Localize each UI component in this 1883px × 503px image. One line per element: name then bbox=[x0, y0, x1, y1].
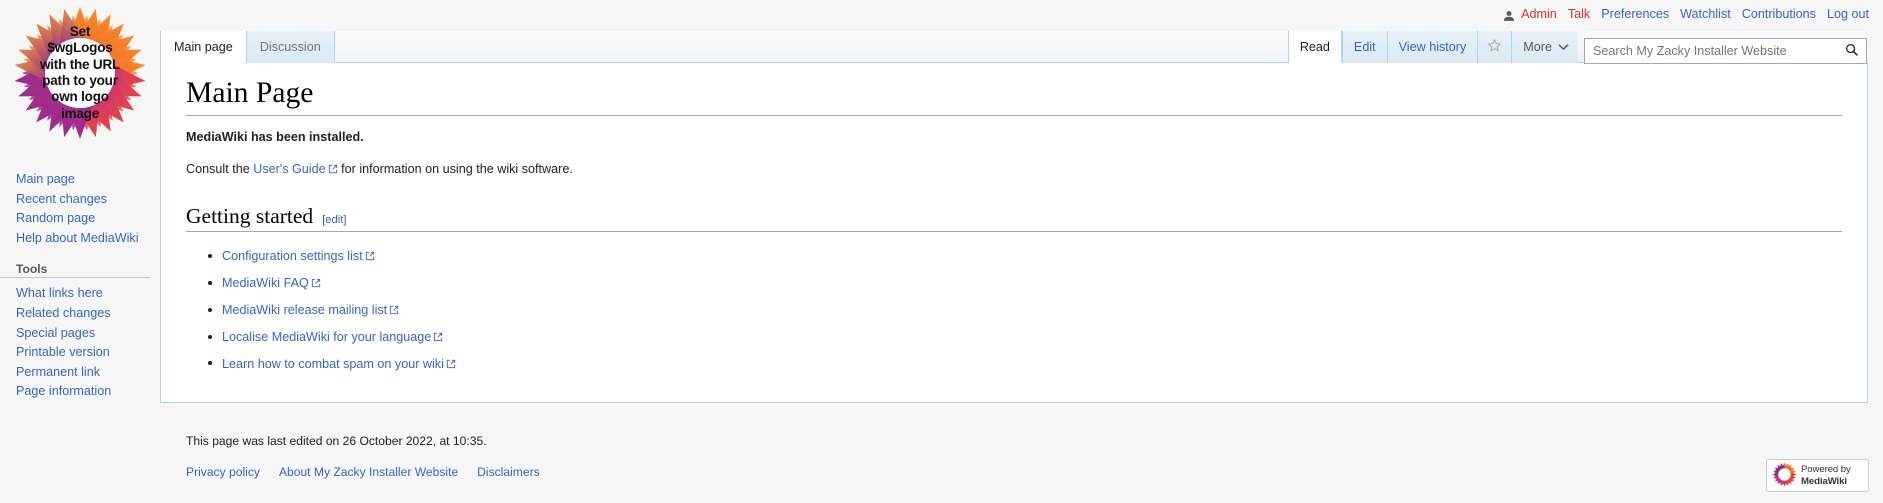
mediawiki-sunflower-icon bbox=[1772, 461, 1797, 490]
sidebar-tools-list: What links here Related changes Special … bbox=[0, 284, 160, 402]
sidebar-item-page-information[interactable]: Page information bbox=[16, 382, 160, 402]
user-link-logout[interactable]: Log out bbox=[1827, 7, 1869, 21]
list-item: MediaWiki release mailing list bbox=[208, 297, 1842, 324]
powered-by-mediawiki-badge[interactable]: Powered by MediaWiki bbox=[1766, 459, 1869, 492]
sidebar-item-printable-version[interactable]: Printable version bbox=[16, 343, 160, 363]
tab-edit[interactable]: Edit bbox=[1341, 31, 1387, 63]
tab-discussion[interactable]: Discussion bbox=[245, 31, 335, 63]
tab-view-history-label: View history bbox=[1398, 40, 1467, 54]
user-link-watchlist[interactable]: Watchlist bbox=[1680, 7, 1731, 21]
edit-section-link[interactable]: [edit] bbox=[322, 214, 346, 226]
external-link-icon bbox=[389, 301, 399, 315]
sidebar-navigation-list: Main page Recent changes Random page Hel… bbox=[0, 170, 160, 248]
powered-by-line2: MediaWiki bbox=[1801, 475, 1847, 487]
consult-suffix: for information on using the wiki softwa… bbox=[337, 161, 573, 176]
logo-line-4: path to your bbox=[42, 73, 118, 88]
sidebar-portal-tools: Tools What links here Related changes Sp… bbox=[0, 262, 160, 402]
external-link-icon bbox=[311, 274, 321, 288]
logo-line-2: $wgLogos bbox=[47, 40, 113, 56]
footer-link-disclaimers[interactable]: Disclaimers bbox=[477, 465, 540, 479]
namespace-tabs: Main page Discussion bbox=[160, 31, 335, 63]
list-item: Localise MediaWiki for your language bbox=[208, 324, 1842, 351]
installed-notice: MediaWiki has been installed. bbox=[186, 130, 364, 145]
sidebar-item-permanent-link[interactable]: Permanent link bbox=[16, 363, 160, 383]
search-form bbox=[1584, 38, 1867, 64]
section-heading-row: Getting started [edit] bbox=[186, 204, 1842, 233]
link-localise-mediawiki[interactable]: Localise MediaWiki for your language bbox=[222, 330, 431, 344]
person-icon bbox=[1502, 9, 1516, 23]
logo-line-5: own logo bbox=[51, 89, 109, 105]
powered-by-text: Powered by MediaWiki bbox=[1801, 464, 1851, 487]
user-link-preferences[interactable]: Preferences bbox=[1601, 7, 1669, 21]
tab-main-page[interactable]: Main page bbox=[160, 31, 247, 63]
page-title: Main Page bbox=[186, 74, 1842, 117]
sidebar-item-related-changes[interactable]: Related changes bbox=[16, 304, 160, 324]
sidebar-item-special-pages[interactable]: Special pages bbox=[16, 324, 160, 344]
tab-discussion-label: Discussion bbox=[259, 40, 321, 54]
tab-edit-label: Edit bbox=[1353, 40, 1376, 54]
user-link-talk[interactable]: Talk bbox=[1568, 7, 1590, 21]
site-logo[interactable]: Set $wgLogos with the URL path to your o… bbox=[12, 5, 148, 141]
sidebar: Main page Recent changes Random page Hel… bbox=[0, 170, 160, 416]
sidebar-item-help-about-mediawiki[interactable]: Help about MediaWiki bbox=[16, 229, 160, 249]
tab-main-page-label: Main page bbox=[174, 40, 233, 54]
sidebar-item-what-links-here[interactable]: What links here bbox=[16, 284, 160, 304]
article-body: Main Page MediaWiki has been installed. … bbox=[186, 74, 1842, 377]
sidebar-item-random-page[interactable]: Random page bbox=[16, 209, 160, 229]
external-link-icon bbox=[446, 355, 456, 368]
search-icon bbox=[1845, 43, 1859, 60]
star-icon bbox=[1487, 38, 1502, 56]
sidebar-item-main-page[interactable]: Main page bbox=[16, 170, 160, 190]
chevron-down-icon bbox=[1558, 40, 1569, 54]
link-configuration-settings-list[interactable]: Configuration settings list bbox=[222, 249, 363, 263]
more-dropdown-button[interactable]: More bbox=[1511, 31, 1578, 63]
consult-paragraph: Consult the User's Guide for information… bbox=[186, 159, 1842, 179]
list-item: Learn how to combat spam on your wiki bbox=[208, 350, 1842, 377]
search-input[interactable] bbox=[1584, 38, 1867, 64]
user-link-contributions[interactable]: Contributions bbox=[1742, 7, 1816, 21]
user-link-admin[interactable]: Admin bbox=[1521, 7, 1557, 21]
tab-read-label: Read bbox=[1299, 40, 1330, 54]
sidebar-tools-heading: Tools bbox=[0, 262, 150, 279]
footer-link-privacy-policy[interactable]: Privacy policy bbox=[186, 465, 260, 479]
footer-places: Privacy policy About My Zacky Installer … bbox=[186, 465, 1846, 479]
tab-view-history[interactable]: View history bbox=[1386, 31, 1478, 63]
list-item: Configuration settings list bbox=[208, 243, 1842, 270]
footer: This page was last edited on 26 October … bbox=[186, 432, 1846, 479]
external-link-icon bbox=[365, 247, 375, 261]
link-mediawiki-release-mailing-list[interactable]: MediaWiki release mailing list bbox=[222, 303, 387, 317]
user-links-bar: Admin Talk Preferences Watchlist Contrib… bbox=[1502, 7, 1869, 21]
powered-by-line1: Powered by bbox=[1801, 464, 1851, 476]
sidebar-portal-navigation: Main page Recent changes Random page Hel… bbox=[0, 170, 160, 248]
tab-read[interactable]: Read bbox=[1287, 31, 1342, 63]
external-link-icon bbox=[433, 328, 443, 341]
logo-line-6: image bbox=[60, 105, 100, 121]
edit-bracket-close: ] bbox=[343, 214, 347, 227]
footer-last-edited: This page was last edited on 26 October … bbox=[186, 434, 487, 448]
users-guide-link[interactable]: User's Guide bbox=[253, 162, 325, 176]
link-mediawiki-faq[interactable]: MediaWiki FAQ bbox=[222, 276, 309, 290]
logo-line-1: Set bbox=[69, 23, 91, 39]
logo-line-3: with the URL bbox=[39, 56, 121, 72]
more-dropdown-label: More bbox=[1523, 40, 1552, 54]
sidebar-item-recent-changes[interactable]: Recent changes bbox=[16, 190, 160, 210]
view-tabs: Read Edit View history More bbox=[1287, 31, 1578, 63]
watch-star-button[interactable] bbox=[1477, 31, 1512, 63]
list-item: MediaWiki FAQ bbox=[208, 270, 1842, 297]
section-heading-getting-started: Getting started bbox=[186, 204, 314, 229]
edit-label: edit bbox=[325, 214, 344, 227]
footer-link-about[interactable]: About My Zacky Installer Website bbox=[279, 465, 458, 479]
getting-started-list: Configuration settings list MediaWiki FA… bbox=[186, 243, 1842, 377]
search-button[interactable] bbox=[1838, 39, 1866, 63]
consult-prefix: Consult the bbox=[186, 161, 254, 176]
external-link-icon bbox=[328, 160, 338, 173]
logo-overlay-text: Set $wgLogos with the URL path to your o… bbox=[12, 5, 148, 141]
link-combat-spam[interactable]: Learn how to combat spam on your wiki bbox=[222, 357, 444, 371]
